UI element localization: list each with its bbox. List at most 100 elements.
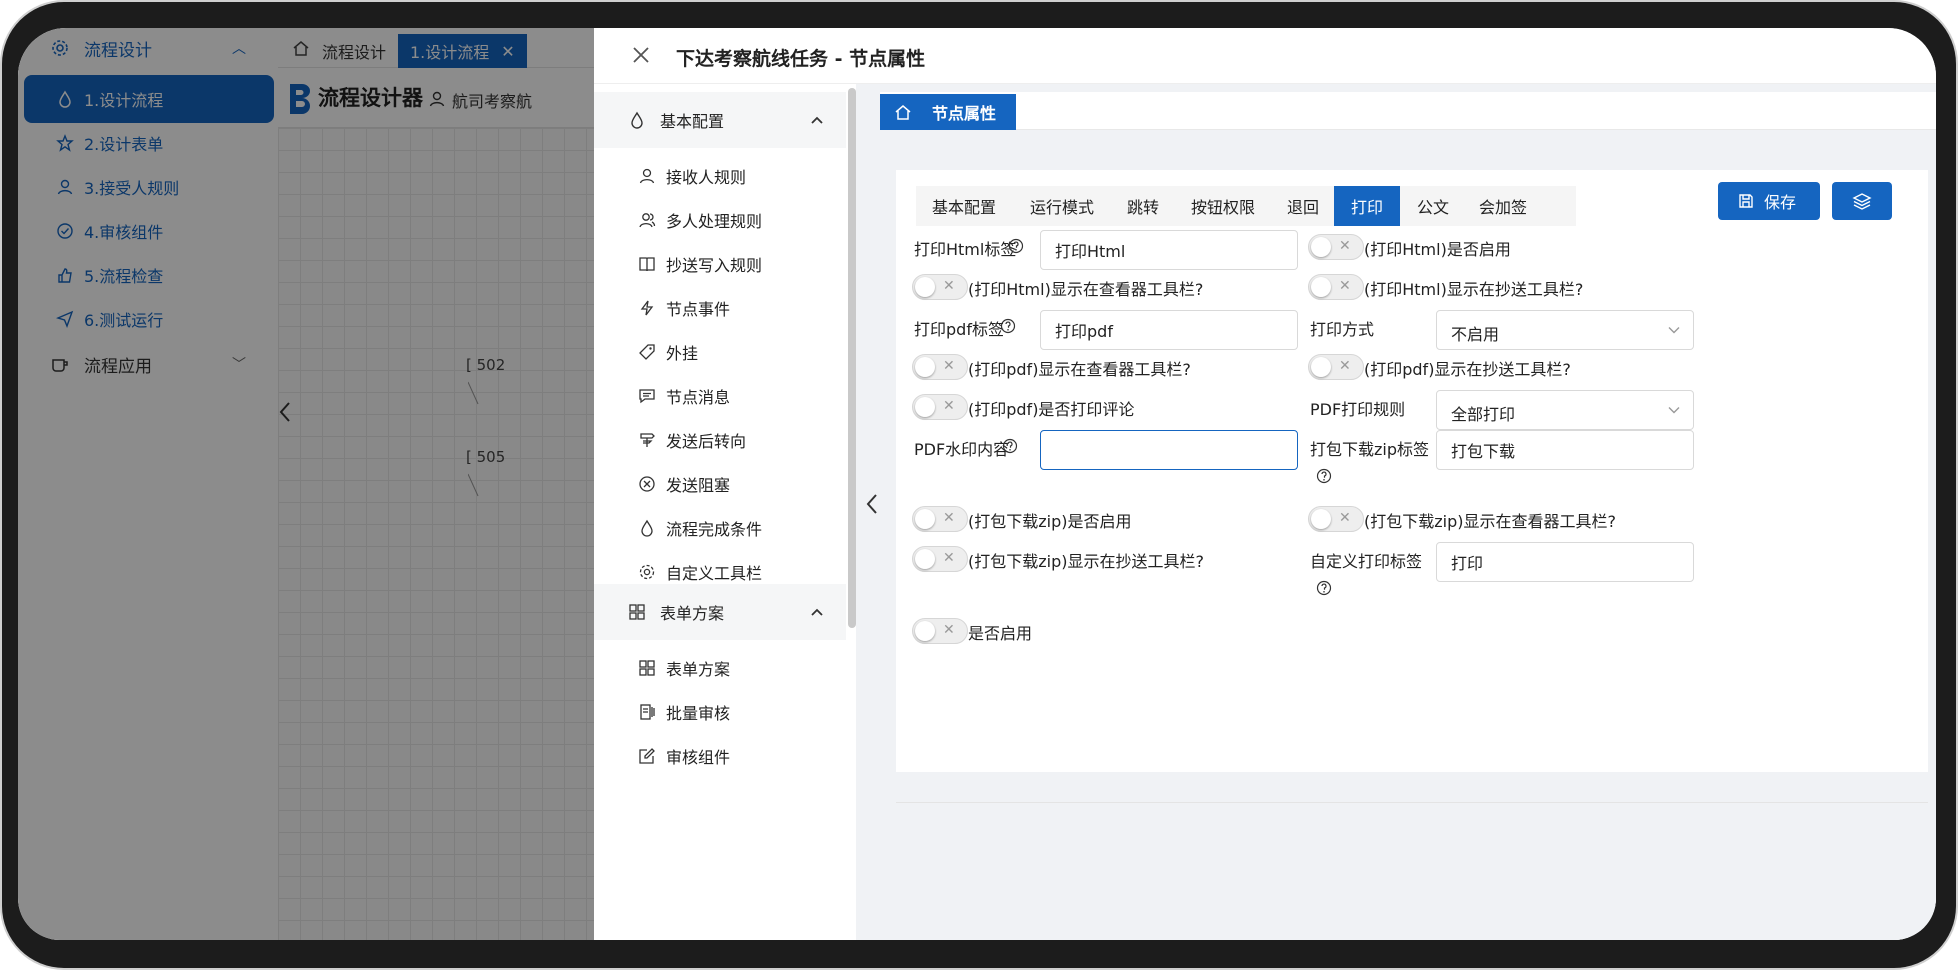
zip-enable-switch[interactable]: ✕ xyxy=(912,506,968,532)
pdf-label-input[interactable] xyxy=(1040,310,1298,350)
zip-show-cc-switch[interactable]: ✕ xyxy=(912,546,968,572)
canvas-node-shape[interactable] xyxy=(468,378,528,410)
chevron-left-icon[interactable] xyxy=(278,400,292,424)
menu-item-label: 批量审核 xyxy=(666,704,731,723)
help-icon[interactable] xyxy=(1002,438,1018,454)
menu-item-plugin[interactable]: 外挂 xyxy=(594,330,846,374)
menu-group-basic[interactable]: 基本配置 xyxy=(594,92,846,148)
cup-icon xyxy=(52,359,68,372)
sidebar-item-receiver-rule[interactable]: 3.接受人规则 xyxy=(24,163,274,211)
menu-item-label: 自定义工具栏 xyxy=(666,564,763,583)
menu-item-audit-component[interactable]: 审核组件 xyxy=(594,734,846,778)
user-icon xyxy=(639,168,655,184)
gear-icon xyxy=(52,40,68,56)
html-show-viewer-label: (打印Html)显示在查看器工具栏? xyxy=(968,280,1204,299)
sidebar-item-check[interactable]: 5.流程检查 xyxy=(24,251,274,299)
zip-label-text: 打包下载zip标签 xyxy=(1310,440,1430,459)
zip-show-viewer-switch[interactable]: ✕ xyxy=(1308,506,1364,532)
watermark-input[interactable] xyxy=(1040,430,1298,470)
menu-item-receiver-rule[interactable]: 接收人规则 xyxy=(594,154,846,198)
switch-knob xyxy=(915,357,935,377)
tab-print[interactable]: 打印 xyxy=(1334,186,1400,226)
sidebar-item-audit[interactable]: 4.审核组件 xyxy=(24,207,274,255)
chevron-left-icon[interactable] xyxy=(864,492,880,516)
content-area: 节点属性 基本配置 运行模式 跳转 按钮权限 退回 打印 公文 会加签 保存 打… xyxy=(856,84,1936,940)
close-icon: ✕ xyxy=(943,398,955,414)
send-icon xyxy=(56,310,74,328)
sidebar-group-label: 流程应用 xyxy=(84,356,152,377)
menu-item-multi-handle[interactable]: 多人处理规则 xyxy=(594,198,846,242)
tab-design-flow[interactable]: 1.设计流程 ✕ xyxy=(398,34,527,68)
tab-return[interactable]: 退回 xyxy=(1272,186,1334,226)
drop-icon xyxy=(59,90,71,108)
save-button[interactable]: 保存 xyxy=(1718,182,1820,220)
grid-icon xyxy=(639,660,655,676)
switch-knob xyxy=(915,621,935,641)
close-icon[interactable]: ✕ xyxy=(501,42,514,61)
edit-icon xyxy=(639,748,655,764)
menu-item-send-block[interactable]: 发送阻塞 xyxy=(594,462,846,506)
pdf-print-comment-switch[interactable]: ✕ xyxy=(912,394,968,420)
sidebar-item-design-flow[interactable]: 1.设计流程 xyxy=(24,75,274,123)
menu-item-node-message[interactable]: 节点消息 xyxy=(594,374,846,418)
menu-item-form-scheme[interactable]: 表单方案 xyxy=(594,646,846,690)
help-icon[interactable] xyxy=(1000,318,1016,334)
pdf-show-viewer-switch[interactable]: ✕ xyxy=(912,354,968,380)
help-icon[interactable] xyxy=(1316,580,1332,596)
divider xyxy=(896,802,1928,803)
menu-item-after-send[interactable]: 发送后转向 xyxy=(594,418,846,462)
tab-document[interactable]: 公文 xyxy=(1400,186,1466,226)
tab-home[interactable]: 流程设计 xyxy=(322,34,386,68)
sidebar-item-design-form[interactable]: 2.设计表单 xyxy=(24,119,274,167)
device-frame: 流程设计 ︿ 1.设计流程 2.设计表单 3.接受人规则 4.审核组件 5.流程… xyxy=(0,0,1960,970)
menu-group-form[interactable]: 表单方案 xyxy=(594,584,846,640)
thumb-icon xyxy=(58,268,72,283)
tab-basic[interactable]: 基本配置 xyxy=(916,186,1012,226)
tab-jump[interactable]: 跳转 xyxy=(1112,186,1174,226)
star-icon xyxy=(56,134,74,152)
breadcrumb-node-properties[interactable]: 节点属性 xyxy=(880,94,1016,130)
html-show-viewer-switch[interactable]: ✕ xyxy=(912,274,968,300)
html-enable-switch[interactable]: ✕ xyxy=(1308,234,1364,260)
close-circle-icon xyxy=(639,476,655,492)
app-sidebar: 流程设计 ︿ 1.设计流程 2.设计表单 3.接受人规则 4.审核组件 5.流程… xyxy=(18,28,278,940)
custom-label-input[interactable] xyxy=(1436,542,1694,582)
pdf-show-cc-switch[interactable]: ✕ xyxy=(1308,354,1364,380)
home-icon[interactable] xyxy=(292,40,310,56)
sidebar-item-test-run[interactable]: 6.测试运行 xyxy=(24,295,274,343)
save-label: 保存 xyxy=(1764,193,1797,212)
menu-item-finish-condition[interactable]: 流程完成条件 xyxy=(594,506,846,550)
screen: 流程设计 ︿ 1.设计流程 2.设计表单 3.接受人规则 4.审核组件 5.流程… xyxy=(18,28,1936,940)
is-enable-switch[interactable]: ✕ xyxy=(912,618,968,644)
menu-item-batch-audit[interactable]: 批量审核 xyxy=(594,690,846,734)
menu-item-node-event[interactable]: 节点事件 xyxy=(594,286,846,330)
zip-label-input[interactable] xyxy=(1436,430,1694,470)
menu-item-label: 表单方案 xyxy=(666,660,731,679)
layers-button[interactable] xyxy=(1832,182,1892,220)
sidebar-group-design[interactable]: 流程设计 ︿ xyxy=(18,28,278,68)
chevron-down-icon xyxy=(1668,407,1680,414)
pdf-rule-select[interactable]: 全部打印 xyxy=(1436,390,1694,430)
drop-icon xyxy=(631,111,643,129)
drop-icon xyxy=(641,519,653,537)
design-canvas[interactable]: [ 502 [ 505 xyxy=(278,128,598,940)
menu-item-cc-rule[interactable]: 抄送写入规则 xyxy=(594,242,846,286)
canvas-node-shape[interactable] xyxy=(468,470,528,502)
close-icon: ✕ xyxy=(943,278,955,294)
tab-button-permission[interactable]: 按钮权限 xyxy=(1174,186,1272,226)
save-icon xyxy=(1739,194,1753,208)
tab-run-mode[interactable]: 运行模式 xyxy=(1012,186,1112,226)
html-show-cc-label: (打印Html)显示在抄送工具栏? xyxy=(1364,280,1584,299)
menu-item-label: 流程完成条件 xyxy=(666,520,763,539)
sidebar-group-app[interactable]: 流程应用 ﹀ xyxy=(18,344,278,384)
close-icon[interactable] xyxy=(628,42,654,68)
sidebar-item-label: 5.流程检查 xyxy=(84,267,164,286)
html-label-input[interactable] xyxy=(1040,230,1298,270)
help-icon[interactable] xyxy=(1008,238,1024,254)
tab-countersign[interactable]: 会加签 xyxy=(1466,186,1540,226)
html-show-cc-switch[interactable]: ✕ xyxy=(1308,274,1364,300)
menu-scrollbar[interactable] xyxy=(848,88,856,628)
sidebar-item-label: 3.接受人规则 xyxy=(84,179,180,198)
help-icon[interactable] xyxy=(1316,468,1332,484)
print-mode-select[interactable]: 不启用 xyxy=(1436,310,1694,350)
